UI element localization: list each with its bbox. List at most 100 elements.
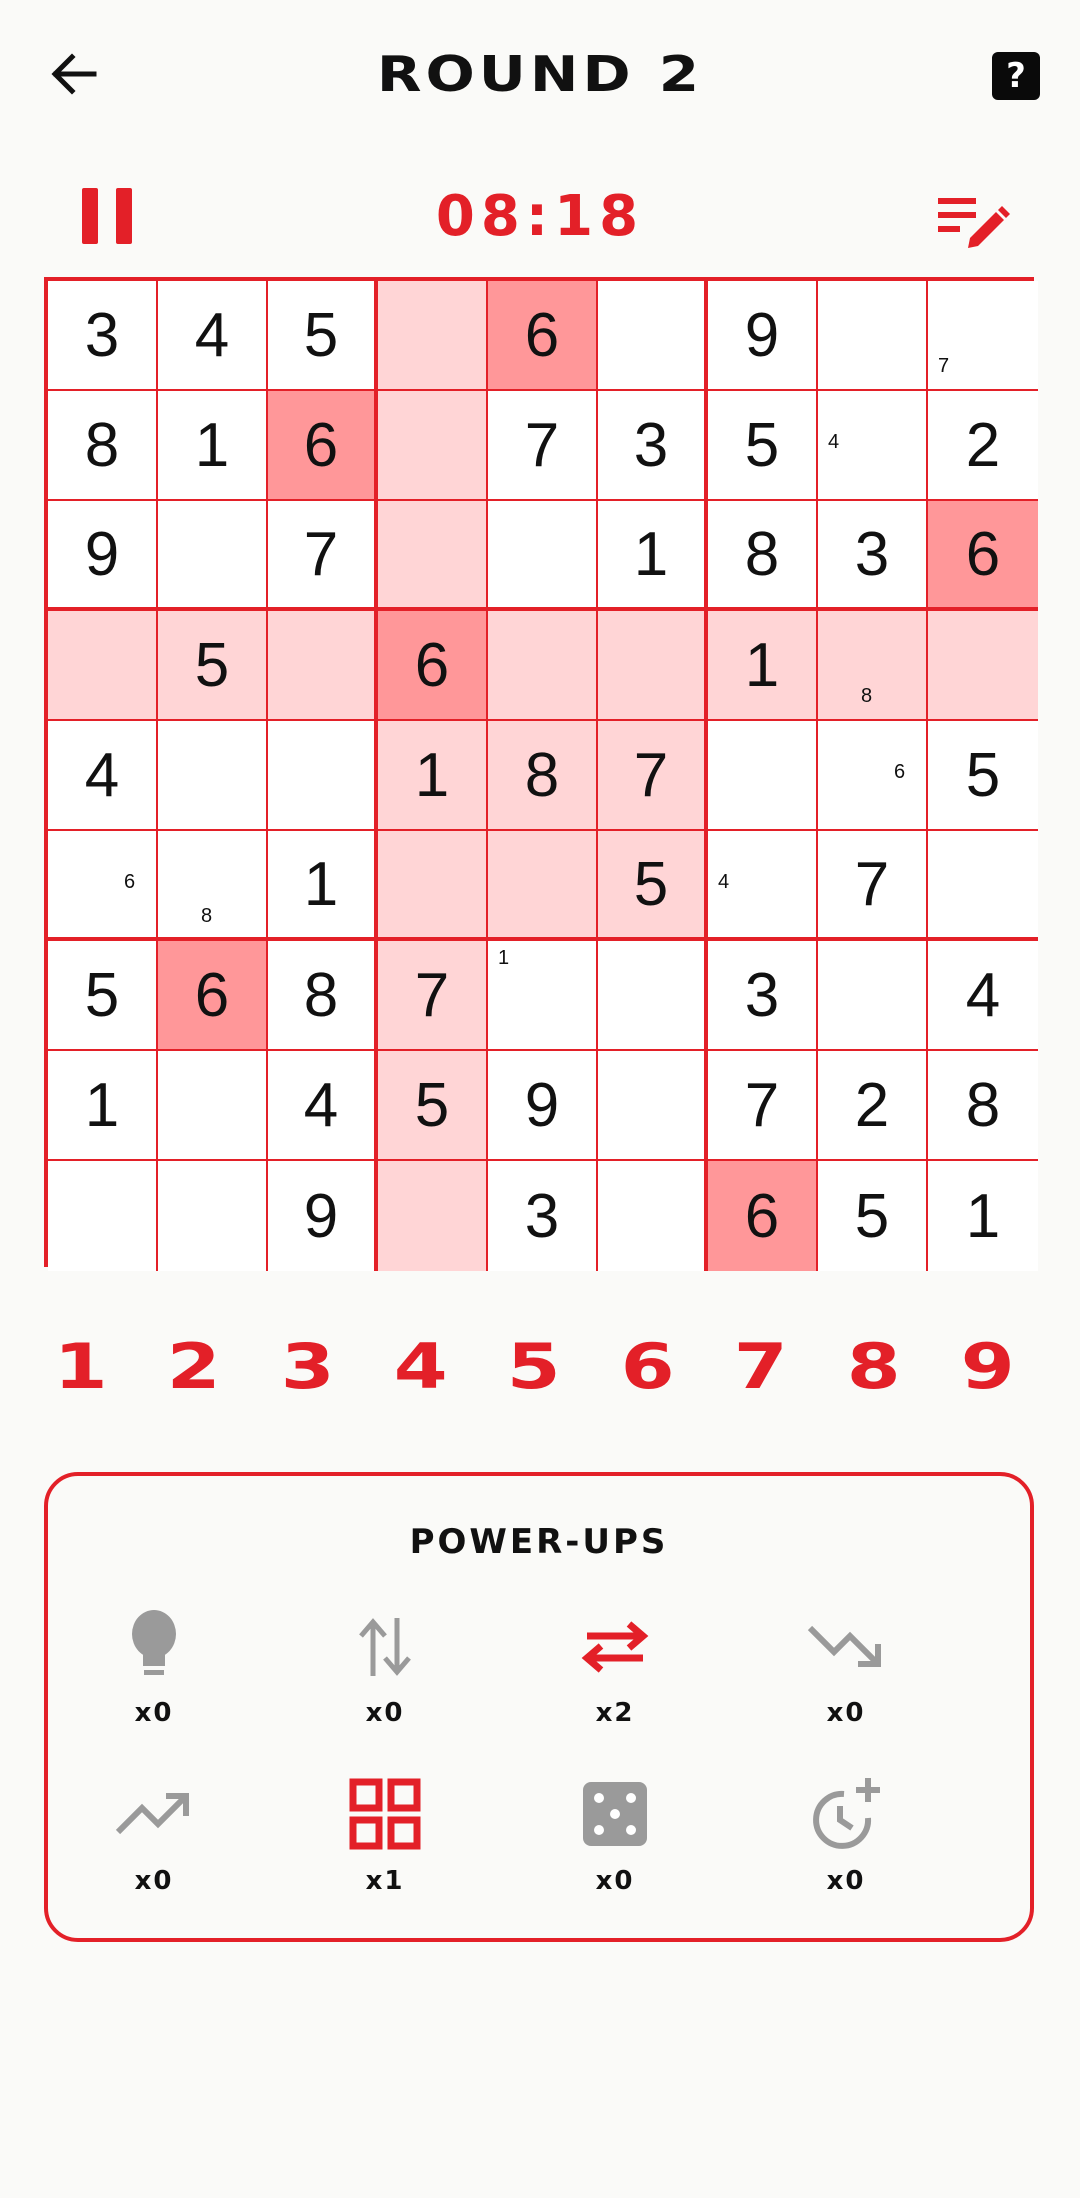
board-cell[interactable]: [158, 721, 268, 831]
board-cell[interactable]: 1: [708, 611, 818, 721]
board-cell[interactable]: [268, 721, 378, 831]
board-cell[interactable]: 8: [928, 1051, 1038, 1161]
board-cell[interactable]: 1: [48, 1051, 158, 1161]
board-cell[interactable]: 2: [818, 1051, 928, 1161]
board-cell[interactable]: 6: [48, 831, 158, 941]
top-bar: ROUND 2 ?: [0, 0, 1080, 150]
board-cell[interactable]: [378, 391, 488, 501]
board-cell[interactable]: 1: [598, 501, 708, 611]
board-cell[interactable]: 4: [708, 831, 818, 941]
board-cell[interactable]: 3: [598, 391, 708, 501]
board-cell[interactable]: 5: [268, 281, 378, 391]
board-cell[interactable]: 9: [48, 501, 158, 611]
cell-value: 6: [414, 630, 450, 700]
board-cell[interactable]: 3: [488, 1161, 598, 1271]
board-cell[interactable]: 5: [818, 1161, 928, 1271]
board-cell[interactable]: [378, 831, 488, 941]
board-cell[interactable]: 4: [268, 1051, 378, 1161]
board-cell[interactable]: 6: [378, 611, 488, 721]
board-cell[interactable]: 7: [928, 281, 1038, 391]
board-cell[interactable]: [268, 611, 378, 721]
board-cell[interactable]: 1: [378, 721, 488, 831]
board-cell[interactable]: 8: [488, 721, 598, 831]
board-cell[interactable]: [928, 611, 1038, 721]
board-cell[interactable]: 7: [378, 941, 488, 1051]
board-cell[interactable]: 5: [708, 391, 818, 501]
board-cell[interactable]: 7: [488, 391, 598, 501]
board-cell[interactable]: 6: [488, 281, 598, 391]
board-cell[interactable]: 6: [268, 391, 378, 501]
board-cell[interactable]: [48, 1161, 158, 1271]
board-cell[interactable]: 6: [928, 501, 1038, 611]
board-cell[interactable]: [378, 1161, 488, 1271]
board-cell[interactable]: 5: [378, 1051, 488, 1161]
board-cell[interactable]: [598, 281, 708, 391]
board-cell[interactable]: 6: [158, 941, 268, 1051]
board-cell[interactable]: [598, 1051, 708, 1161]
board-cell[interactable]: 6: [708, 1161, 818, 1271]
pencil-note: 1: [498, 947, 510, 969]
board-cell[interactable]: 8: [708, 501, 818, 611]
board-cell[interactable]: [598, 1161, 708, 1271]
board-cell[interactable]: 7: [268, 501, 378, 611]
board-cell[interactable]: 7: [708, 1051, 818, 1161]
board-cell[interactable]: 5: [158, 611, 268, 721]
board-cell[interactable]: 3: [708, 941, 818, 1051]
board-cell[interactable]: 1: [268, 831, 378, 941]
board-cell[interactable]: [378, 281, 488, 391]
cell-value: 5: [303, 300, 339, 370]
powerup-trending-up[interactable]: x0: [74, 1774, 234, 1914]
board-cell[interactable]: [488, 611, 598, 721]
board-cell[interactable]: 4: [158, 281, 268, 391]
board-cell[interactable]: 1: [928, 1161, 1038, 1271]
board-cell[interactable]: 4: [48, 721, 158, 831]
powerup-count: x0: [826, 1866, 866, 1896]
board-cell[interactable]: 8: [818, 611, 928, 721]
board-cell[interactable]: 4: [818, 391, 928, 501]
board-cell[interactable]: 9: [708, 281, 818, 391]
board-cell[interactable]: 6: [818, 721, 928, 831]
board-cell[interactable]: 8: [268, 941, 378, 1051]
board-cell[interactable]: 1: [488, 941, 598, 1051]
board-cell[interactable]: [48, 611, 158, 721]
board-cell[interactable]: 9: [488, 1051, 598, 1161]
number-key-9[interactable]: 9: [916, 1330, 1058, 1403]
board-cell[interactable]: 8: [48, 391, 158, 501]
board-cell[interactable]: 5: [598, 831, 708, 941]
board-cell[interactable]: 9: [268, 1161, 378, 1271]
powerup-lightbulb[interactable]: x0: [74, 1606, 234, 1746]
board-cell[interactable]: 5: [928, 721, 1038, 831]
board-cell[interactable]: [158, 1051, 268, 1161]
board-cell[interactable]: [378, 501, 488, 611]
powerup-swap-vertical[interactable]: x0: [305, 1606, 465, 1746]
board-cell[interactable]: [598, 941, 708, 1051]
powerup-swap-horizontal[interactable]: x2: [535, 1606, 695, 1746]
board-cell[interactable]: [598, 611, 708, 721]
powerup-grid[interactable]: x1: [305, 1774, 465, 1914]
board-cell[interactable]: [158, 1161, 268, 1271]
powerup-count: x2: [595, 1698, 635, 1728]
cell-value: 8: [84, 410, 120, 480]
board-cell[interactable]: [158, 501, 268, 611]
board-cell[interactable]: [928, 831, 1038, 941]
board-cell[interactable]: 7: [598, 721, 708, 831]
powerup-dice[interactable]: x0: [535, 1774, 695, 1914]
board-cell[interactable]: [708, 721, 818, 831]
lightbulb-icon: [132, 1610, 176, 1675]
board-cell[interactable]: [818, 281, 928, 391]
board-cell[interactable]: 3: [48, 281, 158, 391]
board-cell[interactable]: 7: [818, 831, 928, 941]
board-cell[interactable]: 2: [928, 391, 1038, 501]
board-cell[interactable]: 5: [48, 941, 158, 1051]
notes-toggle-button[interactable]: [936, 190, 1010, 254]
board-cell[interactable]: 1: [158, 391, 268, 501]
board-cell[interactable]: [488, 831, 598, 941]
powerup-trending-down[interactable]: x0: [766, 1606, 926, 1746]
powerup-add-time[interactable]: x0: [766, 1774, 926, 1914]
board-cell[interactable]: [488, 501, 598, 611]
help-button[interactable]: ?: [992, 52, 1040, 100]
board-cell[interactable]: 3: [818, 501, 928, 611]
board-cell[interactable]: 4: [928, 941, 1038, 1051]
board-cell[interactable]: [818, 941, 928, 1051]
board-cell[interactable]: 8: [158, 831, 268, 941]
